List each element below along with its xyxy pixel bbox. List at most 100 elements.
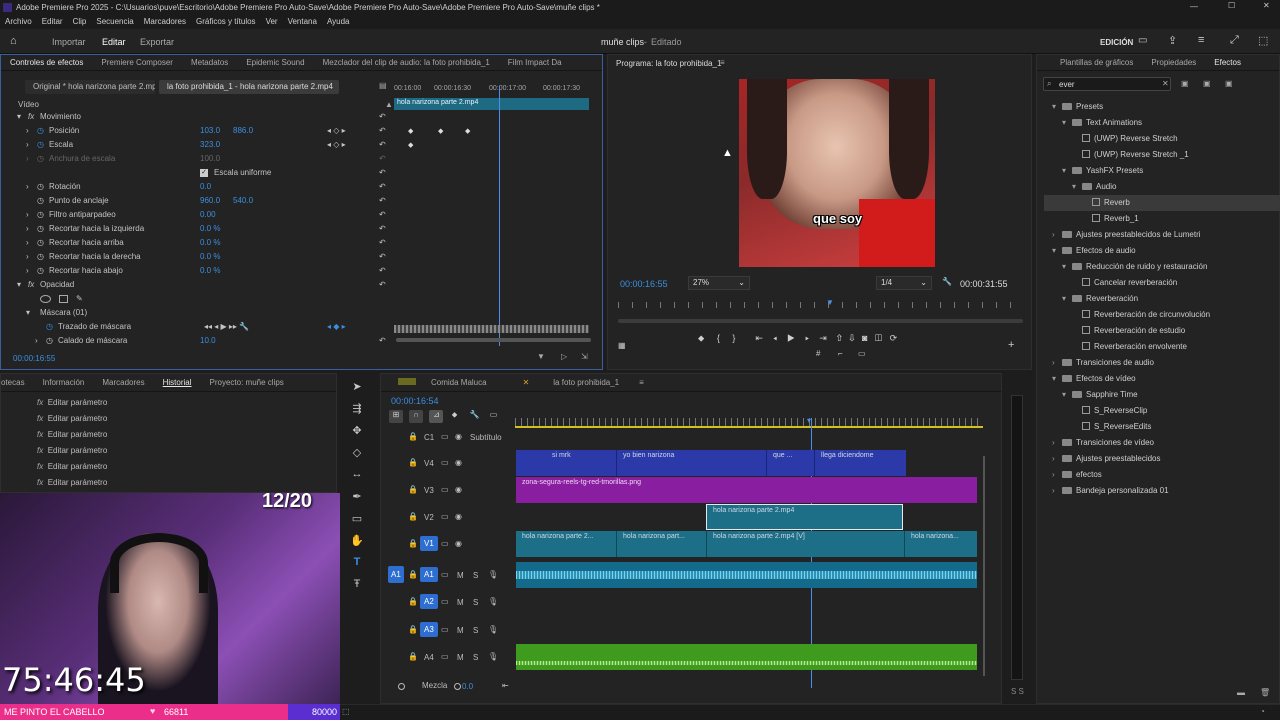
track-a3[interactable]: 🔒 A3 ▭ M S 🎙 — [384, 617, 516, 643]
effect-item[interactable]: Cancelar reverberación — [1044, 275, 1280, 291]
effect-folder[interactable]: › Bandeja personalizada 01 — [1044, 483, 1280, 499]
clip-v4-c[interactable]: que ... — [766, 450, 814, 476]
lock-icon[interactable]: 🔒 — [408, 539, 418, 548]
prop-recortar-der[interactable]: › ◷ Recortar hacia la derecha 0.0 % ↶ — [1, 250, 391, 264]
keyframe[interactable]: ◆ — [408, 141, 413, 149]
prop-opacidad[interactable]: ▾ fx Opacidad ↶ — [1, 278, 391, 292]
slip-tool-icon[interactable]: ↔ — [344, 468, 370, 490]
tab-proyecto[interactable]: Proyecto: muñe clips — [201, 374, 293, 391]
keyframe[interactable]: ◆ — [465, 127, 470, 135]
minimize-button[interactable]: — — [1190, 2, 1198, 11]
effect-folder[interactable]: › Ajustes preestablecidos — [1044, 451, 1280, 467]
mute-button[interactable]: M — [457, 598, 464, 607]
search-input[interactable] — [1059, 79, 1154, 89]
prop-escala[interactable]: › ◷ Escala 323.0 ◂ ◇ ▸ ↶ — [1, 138, 391, 152]
accelerated-icon[interactable]: ▣ — [1181, 79, 1189, 88]
go-out-icon[interactable]: ⇥ — [819, 333, 827, 343]
prop-value[interactable]: 0.0 % — [200, 236, 220, 250]
program-playhead[interactable]: ▼ — [826, 298, 834, 307]
prop-recortar-abajo[interactable]: › ◷ Recortar hacia abajo 0.0 % ↶ — [1, 264, 391, 278]
solo-button[interactable]: S — [473, 598, 478, 607]
program-timecode[interactable]: 00:00:16:55 — [620, 279, 668, 289]
eye-icon[interactable]: ◉ — [455, 539, 462, 548]
tab-historial[interactable]: Historial — [154, 374, 201, 391]
tab-importar[interactable]: Importar — [52, 37, 86, 47]
rect-mask-icon[interactable] — [59, 295, 68, 303]
reset-icon[interactable]: ↶ — [379, 264, 386, 278]
sync-lock-icon[interactable]: ▭ — [441, 570, 449, 579]
effect-item[interactable]: Reverberación de estudio — [1044, 323, 1280, 339]
effect-folder[interactable]: ▾ Text Animations — [1044, 115, 1280, 131]
tab-bibliotecas[interactable]: otecas — [1, 374, 34, 391]
menu-graficos[interactable]: Gráficos y títulos — [191, 15, 261, 29]
camera-icon[interactable]: ◙ — [862, 333, 867, 343]
lock-icon[interactable]: 🔒 — [408, 485, 418, 494]
stopwatch-icon[interactable]: ◷ — [37, 124, 44, 138]
effect-folder[interactable]: ▾ Efectos de vídeo — [1044, 371, 1280, 387]
add-marker-icon[interactable]: ⬥ — [452, 410, 458, 419]
prop-escala-uniforme[interactable]: ✓ Escala uniforme ↶ — [1, 166, 391, 180]
stopwatch-icon[interactable]: ◷ — [37, 208, 44, 222]
stopwatch-icon[interactable]: ◷ — [46, 334, 53, 348]
history-item[interactable]: fx Editar parámetro — [37, 430, 107, 439]
reset-icon[interactable]: ↶ — [379, 166, 386, 180]
effect-folder[interactable]: ▾ YashFX Presets — [1044, 163, 1280, 179]
crop-icon[interactable]: ⌐ — [838, 349, 843, 358]
chevron-down-icon[interactable]: ▾ — [1062, 387, 1072, 403]
step-forward-icon[interactable]: ▸ — [805, 333, 809, 343]
track-v3[interactable]: 🔒 V3 ▭ ◉ — [384, 477, 516, 503]
program-ruler[interactable] — [618, 302, 1023, 308]
sequence-clip-selector[interactable]: la foto prohibida_1 - hola narizona part… — [159, 80, 339, 94]
chevron-right-icon[interactable]: › — [1052, 227, 1062, 243]
clip-v1-c[interactable]: hola narizona parte 2.mp4 [V] — [706, 531, 904, 557]
chevron-down-icon[interactable]: ▾ — [1052, 99, 1062, 115]
prop-value[interactable]: 0.0 % — [200, 250, 220, 264]
effect-folder[interactable]: ▾ Audio — [1044, 179, 1280, 195]
chevron-right-icon[interactable]: › — [1052, 467, 1062, 483]
compare-icon[interactable]: ◫ — [875, 333, 882, 343]
effect-folder[interactable]: ▾ Sapphire Time — [1044, 387, 1280, 403]
solo-button[interactable]: S — [473, 653, 478, 662]
effect-folder[interactable]: ▾ Reducción de ruido y restauración — [1044, 259, 1280, 275]
toggle-output-icon[interactable]: ▭ — [441, 458, 449, 467]
track-select-icon[interactable]: ⇶ — [344, 402, 370, 424]
delete-icon[interactable]: 🗑 — [1260, 688, 1270, 697]
stopwatch-icon[interactable]: ◷ — [37, 264, 44, 278]
stopwatch-icon[interactable]: ◷ — [37, 236, 44, 250]
ripple-edit-icon[interactable]: ✥ — [344, 424, 370, 446]
menu-ventana[interactable]: Ventana — [283, 15, 322, 29]
program-scrollbar[interactable] — [618, 319, 1023, 323]
lock-icon[interactable]: 🔒 — [408, 432, 418, 441]
effect-item[interactable]: Reverb_1 — [1044, 211, 1280, 227]
play-icon[interactable]: ▶ — [787, 333, 795, 343]
mask-track-controls[interactable]: ◂◂ ◂ ▶ ▸▸ 🔧 — [204, 320, 249, 334]
stopwatch-icon[interactable]: ◷ — [37, 180, 44, 194]
clip-a1[interactable] — [516, 562, 977, 588]
prop-value[interactable]: 0.0 — [200, 180, 211, 194]
mic-icon[interactable]: 🎙 — [488, 597, 498, 606]
stopwatch-icon[interactable]: ◷ — [37, 250, 44, 264]
clip-v2[interactable]: hola narizona parte 2.mp4 — [706, 504, 903, 530]
prop-value[interactable]: 0.0 % — [200, 264, 220, 278]
menu-secuencia[interactable]: Secuencia — [91, 15, 138, 29]
mark-in-icon[interactable]: { — [717, 333, 720, 343]
chevron-down-icon[interactable]: ▾ — [1052, 371, 1062, 387]
prop-recortar-arriba[interactable]: › ◷ Recortar hacia arriba 0.0 % ↶ — [1, 236, 391, 250]
tab-exportar[interactable]: Exportar — [140, 37, 174, 47]
loop-icon[interactable]: ⟳ — [890, 333, 898, 343]
menu-archivo[interactable]: Archivo — [0, 15, 37, 29]
multicam-icon[interactable]: # — [816, 349, 820, 358]
lock-icon[interactable]: 🔒 — [408, 458, 418, 467]
prop-trazado[interactable]: ◷ Trazado de máscara ◂◂ ◂ ▶ ▸▸ 🔧 ◂ ◆ ▸ — [1, 320, 391, 334]
prop-filtro[interactable]: › ◷ Filtro antiparpadeo 0.00 ↶ — [1, 208, 391, 222]
prop-calado[interactable]: › ◷ Calado de máscara 10.0 ↶ — [1, 334, 391, 348]
prop-value-y[interactable]: 540.0 — [233, 194, 253, 208]
prop-value-x[interactable]: 103.0 — [200, 124, 220, 138]
chevron-right-icon[interactable]: › — [1052, 451, 1062, 467]
chevron-down-icon[interactable]: ▾ — [1062, 163, 1072, 179]
timeline-timecode[interactable]: 00:00:16:54 — [391, 396, 439, 406]
keyframe-nav[interactable]: ◂ ◇ ▸ — [327, 138, 346, 152]
track-a1[interactable]: A1 🔒 A1 ▭ M S 🎙 — [384, 562, 516, 588]
rectangle-tool-icon[interactable]: ▭ — [344, 512, 370, 534]
sync-lock-icon[interactable]: ▭ — [441, 597, 449, 606]
